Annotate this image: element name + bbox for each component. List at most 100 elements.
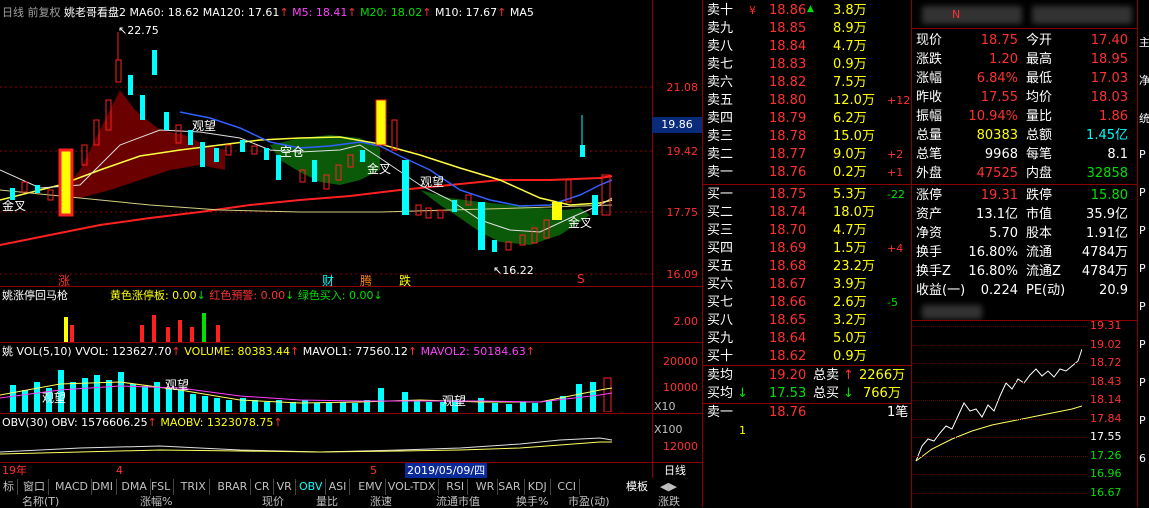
mini-grid-line bbox=[912, 400, 1088, 401]
obv-panel-header: OBV(30) OBV: 1576606.25↑ MAOBV: 1323078.… bbox=[2, 416, 283, 429]
buy-level-row[interactable]: 买三 18.70 4.7万 bbox=[703, 222, 911, 240]
tab-标[interactable]: 标 bbox=[0, 479, 18, 495]
tab-obv[interactable]: OBV bbox=[296, 479, 327, 495]
price-chart[interactable] bbox=[0, 20, 652, 285]
level-label: 卖九 bbox=[707, 21, 734, 36]
quote-label: 均价 bbox=[1026, 90, 1053, 105]
buy-level-row[interactable]: 买四 18.69 1.5万 +4 bbox=[703, 240, 911, 258]
price-axis-label: 16.09 bbox=[666, 268, 699, 281]
sell-level-row[interactable]: 卖九 18.85 8.9万 bbox=[703, 20, 911, 38]
tab-kdj[interactable]: KDJ bbox=[525, 479, 551, 495]
quote-divider bbox=[912, 28, 1138, 29]
period-label[interactable]: 日线 前复权 bbox=[2, 6, 61, 19]
tab-vr[interactable]: VR bbox=[274, 479, 296, 495]
quote-row: 涨跌 1.20 最高 18.95 bbox=[912, 50, 1132, 69]
tab-vol-tdx[interactable]: VOL-TDX bbox=[385, 479, 440, 495]
quote-value: 1.20 bbox=[989, 52, 1018, 67]
tab-窗口[interactable]: 窗口 bbox=[20, 479, 49, 495]
sell-level-row[interactable]: 卖八 18.84 4.7万 bbox=[703, 38, 911, 56]
selected-date[interactable]: 2019/05/09/四 bbox=[405, 463, 488, 478]
mavol1-value: MAVOL1: 77560.12 bbox=[302, 345, 408, 358]
tab-macd[interactable]: MACD bbox=[52, 479, 92, 495]
column-header[interactable]: 换手% bbox=[516, 496, 548, 507]
intraday-mini-chart[interactable]: 19.31 19.02 18.72 18.43 18.14 17.84 17.55 17.26… bbox=[911, 320, 1138, 508]
quote-value: 5.70 bbox=[989, 226, 1018, 241]
sell-level-row[interactable]: 卖五 18.80 12.0万 +12 bbox=[703, 92, 911, 110]
mini-axis-label: 18.43 bbox=[1090, 374, 1122, 388]
tab-rsi[interactable]: RSI bbox=[443, 479, 469, 495]
price-axis-label: 17.75 bbox=[666, 206, 699, 219]
level-label: 卖十 bbox=[707, 3, 734, 18]
level-price: 18.84 bbox=[769, 39, 807, 54]
buy-level-row[interactable]: 买五 18.68 23.2万 bbox=[703, 258, 911, 276]
column-header[interactable]: 涨速 bbox=[370, 496, 392, 507]
mini-grid-line bbox=[912, 455, 1088, 457]
obv-axis-unit: X100 bbox=[654, 423, 683, 436]
period-button[interactable]: 日线 bbox=[664, 463, 686, 478]
buy-level-row[interactable]: 买六 18.67 3.9万 bbox=[703, 276, 911, 294]
quote-label: 换手Z bbox=[916, 264, 951, 279]
obv-panel-title[interactable]: OBV(30) bbox=[2, 416, 48, 429]
maobv-value: MAOBV: 1323078.75 bbox=[160, 416, 274, 429]
tab-dmi[interactable]: DMI bbox=[89, 479, 118, 495]
level-price: 18.68 bbox=[769, 259, 807, 274]
buy-level-row[interactable]: 买七 18.66 2.6万 -5 bbox=[703, 294, 911, 312]
quote-value: 15.80 bbox=[1090, 188, 1128, 203]
tab-emv[interactable]: EMV bbox=[355, 479, 387, 495]
column-header[interactable]: 现价 bbox=[262, 496, 284, 507]
column-header[interactable]: 量比 bbox=[316, 496, 338, 507]
tab-sar[interactable]: SAR bbox=[495, 479, 525, 495]
buy-level-row[interactable]: 买八 18.65 3.2万 bbox=[703, 312, 911, 330]
column-header[interactable]: 流通市值 bbox=[436, 496, 480, 507]
edge-glyph: P bbox=[1139, 300, 1146, 313]
tab-fsl[interactable]: FSL bbox=[148, 479, 175, 495]
kline-chart-area[interactable]: 日线 前复权 姚老哥看盘2 MA60: 18.62 MA120: 17.61↑ … bbox=[0, 0, 702, 478]
sell-level-row[interactable]: 卖三 18.78 15.0万 bbox=[703, 128, 911, 146]
buy-level-row[interactable]: 买一 18.75 5.3万 -22 bbox=[703, 186, 911, 204]
quote-value: 17.55 bbox=[980, 90, 1018, 105]
template-button[interactable]: 模板 bbox=[626, 479, 648, 495]
vol-panel-header: 姚 VOL(5,10) VVOL: 123627.70↑ VOLUME: 803… bbox=[2, 345, 535, 358]
book-divider bbox=[703, 365, 911, 366]
panel-divider bbox=[0, 413, 702, 414]
sell-level-row[interactable]: 卖一 18.76 0.2万 +1 bbox=[703, 164, 911, 182]
tab-cr[interactable]: CR bbox=[251, 479, 274, 495]
sell-level-row[interactable]: 卖二 18.77 9.0万 +2 bbox=[703, 146, 911, 164]
tab-trix[interactable]: TRIX bbox=[178, 479, 210, 495]
tab-brar[interactable]: BRAR bbox=[214, 479, 252, 495]
level-label: 卖五 bbox=[707, 93, 734, 108]
tab-cci[interactable]: CCI bbox=[554, 479, 580, 495]
tab-scroll-arrows[interactable]: ◀▶ bbox=[660, 479, 677, 495]
column-header[interactable]: 市盈(动) bbox=[568, 496, 610, 507]
indicator-name[interactable]: 姚老哥看盘2 bbox=[64, 6, 126, 19]
obv-chart bbox=[0, 437, 613, 455]
s-marker: S bbox=[577, 272, 585, 286]
level-change: -22 bbox=[887, 188, 905, 201]
quote-row: 换手 16.80% 流通 4784万 bbox=[912, 243, 1132, 262]
column-header[interactable]: 涨幅% bbox=[140, 496, 172, 507]
level-price: 18.74 bbox=[769, 205, 807, 220]
sell-level-row[interactable]: 卖四 18.79 6.2万 bbox=[703, 110, 911, 128]
level-change: +12 bbox=[887, 94, 911, 107]
limit-panel-title[interactable]: 姚涨停回马枪 bbox=[2, 289, 68, 302]
quote-value: 10.94% bbox=[968, 109, 1018, 124]
vol-panel-title[interactable]: 姚 VOL(5,10) bbox=[2, 345, 72, 358]
level-label: 买二 bbox=[707, 205, 734, 220]
buy-level-row[interactable]: 买二 18.74 18.0万 bbox=[703, 204, 911, 222]
level-change: +2 bbox=[887, 148, 904, 161]
tab-dma[interactable]: DMA bbox=[118, 479, 151, 495]
column-header[interactable]: 名称(T) bbox=[22, 496, 59, 507]
sell-level-row[interactable]: 卖六 18.82 7.5万 bbox=[703, 74, 911, 92]
mini-axis-label: 16.96 bbox=[1090, 467, 1122, 480]
buy-level-row[interactable]: 买十 18.62 0.9万 bbox=[703, 348, 911, 366]
column-header[interactable]: 涨跌 bbox=[658, 496, 680, 507]
tab-asi[interactable]: ASI bbox=[326, 479, 351, 495]
sell-level-row[interactable]: 卖七 18.83 0.9万 bbox=[703, 56, 911, 74]
level-price: 18.83 bbox=[769, 57, 807, 72]
level-volume: 7.5万 bbox=[833, 75, 867, 90]
ma-more[interactable]: MA5 bbox=[510, 6, 534, 19]
vol-axis-unit: X10 bbox=[654, 400, 676, 413]
buy-level-row[interactable]: 买九 18.64 5.0万 bbox=[703, 330, 911, 348]
level-volume: 12.0万 bbox=[833, 93, 875, 108]
mini-axis-label: 16.67 bbox=[1090, 485, 1122, 499]
